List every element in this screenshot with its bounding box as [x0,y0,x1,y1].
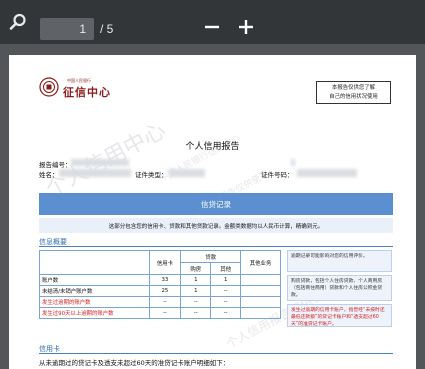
pdf-toolbar: 1 / 5 [0,0,425,44]
logo-text: 征信中心 [63,86,111,99]
header-loans: 贷款 [180,250,242,263]
credit-record-band: 信贷记录 [39,193,393,215]
name-label: 姓名： [39,171,59,179]
header-other-business: 其他业务 [240,250,281,275]
table-row: 未结清/未销户账户数 25 1 -- [39,285,281,297]
redacted-name [59,169,131,177]
minus-icon[interactable] [203,16,221,36]
redacted-id-type [169,169,205,177]
page-number-input[interactable]: 1 [40,18,94,40]
cell-card: -- [148,296,182,308]
cell-other: 1 [210,274,242,286]
id-no-label: 证件号码： [261,171,294,179]
usage-stamp: 本报告仅供您了解 自己的信用状况使用 [316,81,391,104]
cell-other-business [240,296,281,308]
side-note: 逾期记录可能影响对您的信用评价。 [287,250,392,272]
redacted-report-no [71,159,129,166]
cell-other: -- [210,296,242,308]
cell-other-business [240,307,281,319]
table-row: 发生过逾期的账户数 -- -- -- [39,296,281,308]
cell-housing: -- [180,307,212,319]
row-label: 未结清/未销户账户数 [39,285,150,297]
plus-icon[interactable] [236,16,256,36]
cell-other: -- [210,307,242,319]
side-note: 购房贷款，包括个人住房贷款、个人商用房（包括商住两用）贷款和个人住房公积金贷款。 [287,275,392,301]
credit-record-note: 这部分包含您的信用卡、贷款和其他贷款记录。金额类数据均以人民币计算，精确到元。 [39,218,393,233]
redacted-id-no [297,169,357,177]
redacted-mark [291,159,295,166]
report-title: 个人信用报告 [185,142,240,152]
search-icon[interactable] [8,12,28,32]
document-page: 中国人民银行 征信中心 本报告仅供您了解 自己的信用状况使用 个人信用中心 中国… [9,55,416,369]
cell-other: -- [210,285,242,297]
header-other: 其他 [210,262,242,275]
side-note-warning: 发生过逾期的信用卡账户，指曾经“未按时还最低还款额”的贷记卡账户和“透支超过60… [287,304,392,327]
id-type-label: 证件类型： [135,171,168,179]
stamp-line-1: 本报告仅供您了解 [331,85,376,91]
cell-other-business [240,274,281,286]
cell-housing: 1 [180,274,212,286]
row-label: 发生过逾期的账户数 [39,296,150,308]
section-divider [39,353,393,354]
stamp-line-2: 自己的信用状况使用 [329,94,378,100]
emblem-icon [39,77,59,97]
credit-card-intro: 从未逾期过的贷记卡及透支未超过60天的准贷记卡账户明细如下： [39,359,230,367]
table-row: 账户数 33 1 1 [39,274,281,286]
cell-card: 33 [148,274,182,286]
cell-other-business [240,285,281,297]
section-divider [39,246,393,247]
row-label: 发生过90天以上逾期的账户数 [39,307,150,319]
header-housing: 购房 [180,262,212,275]
summary-table: 信用卡 贷款 其他业务 购房 其他 账户数 33 1 1 未结清/未销户账户数 … [39,250,281,319]
row-label: 账户数 [39,274,150,286]
cell-housing: -- [180,296,212,308]
header-credit-card: 信用卡 [148,250,182,275]
cell-card: 25 [148,285,182,297]
table-row: 发生过90天以上逾期的账户数 -- -- -- [39,307,281,319]
page-total: / 5 [100,22,114,36]
report-no-label: 报告编号： [39,161,72,169]
cell-housing: 1 [180,285,212,297]
table-header-blank [39,250,150,275]
cell-card: -- [148,307,182,319]
